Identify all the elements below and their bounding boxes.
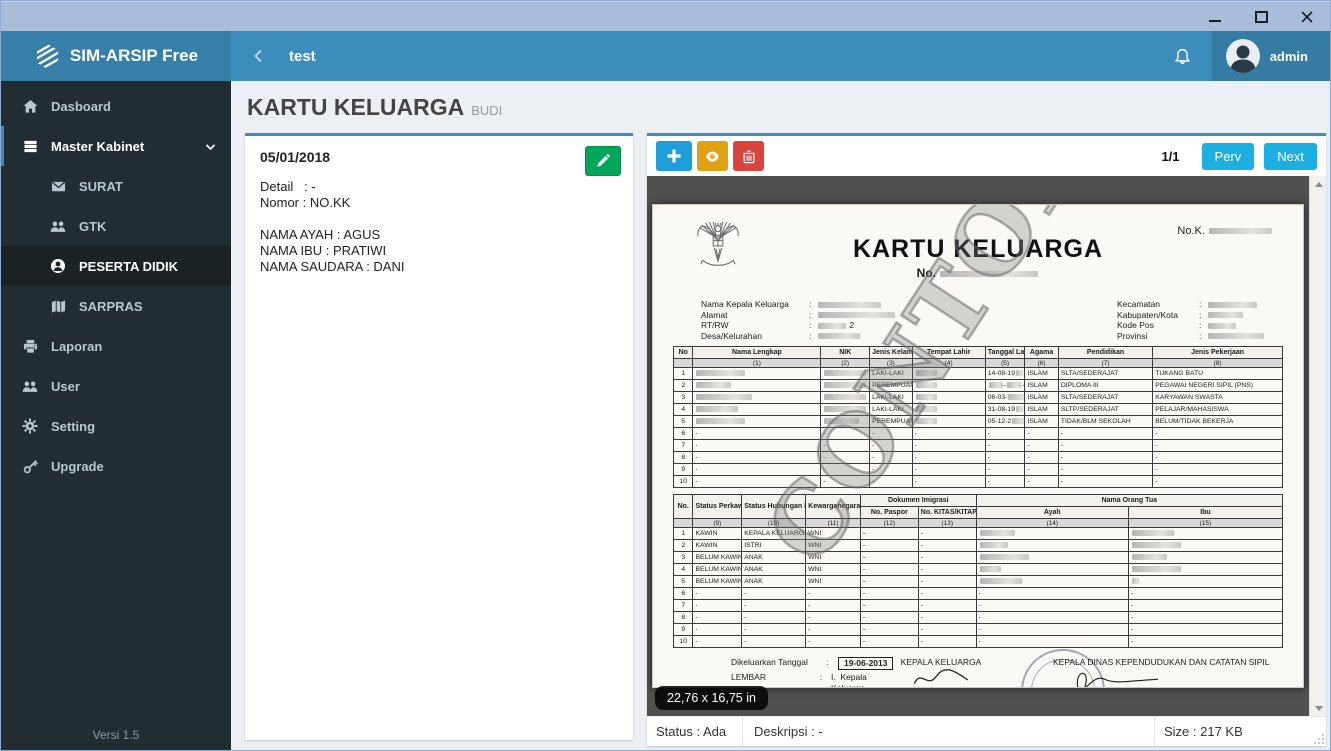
maximize-icon: [1255, 11, 1268, 23]
sidebar-item-laporan[interactable]: Laporan: [1, 326, 231, 366]
issued-date: 19-06-2013: [838, 657, 893, 670]
sidebar-item-label: Laporan: [51, 339, 102, 354]
map-icon: [47, 299, 69, 314]
doc-footer: Dikeluarkan Tanggal: 19-06-2013 LEMBAR: …: [673, 657, 1283, 688]
sidebar-item-upgrade[interactable]: Upgrade: [1, 446, 231, 486]
page-subtitle: BUDI: [471, 103, 502, 118]
bell-icon: [1173, 47, 1192, 66]
sidebar-item-label: PESERTA DIDIK: [79, 259, 178, 274]
user-circle-icon: [47, 258, 69, 274]
signature-squiggle: [906, 667, 976, 688]
add-button[interactable]: [656, 141, 692, 171]
sign-center-title: KEPALA KELUARGA: [899, 657, 983, 667]
doc-header-fields: Nama Kepala Keluarga:Alamat:RT/RW: 2Desa…: [673, 299, 1283, 341]
chevron-down-icon: [204, 140, 217, 153]
app-version: Versi 1.5: [1, 728, 231, 742]
scanned-document: No.K. KARTU KELUARGA No. Nama Kepala Kel…: [652, 204, 1304, 688]
avatar: [1226, 39, 1260, 73]
users-icon: [47, 219, 69, 234]
signature-squiggle: [1053, 667, 1173, 688]
document-viewer[interactable]: No.K. KARTU KELUARGA No. Nama Kepala Kel…: [647, 176, 1326, 716]
sidebar-item-label: Dasboard: [51, 99, 111, 114]
sidebar-item-surat[interactable]: SURAT: [1, 166, 231, 206]
size-badge: 22,76 x 16,75 in: [655, 686, 768, 710]
garuda-emblem: [695, 215, 741, 273]
person-silhouette-icon: [1226, 39, 1260, 73]
top-navbar: test admin: [231, 31, 1330, 81]
chevron-left-icon: [251, 48, 267, 64]
page-indicator: 1/1: [1161, 149, 1179, 164]
notifications-button[interactable]: [1153, 31, 1212, 81]
app-window: SIM-ARSIP Free test: [0, 0, 1331, 751]
key-icon: [19, 459, 41, 474]
record-detail-text: Detail : -Nomor : NO.KK NAMA AYAH : AGUS…: [260, 179, 618, 275]
minimize-button[interactable]: [1192, 2, 1238, 31]
scroll-up-icon[interactable]: [1310, 176, 1326, 192]
doc-no-line: No.: [673, 266, 1283, 280]
printer-icon: [19, 339, 41, 354]
doc-status-table: No. Status Perkawinan Status Hubungan Da…: [673, 494, 1283, 648]
eye-icon: [704, 149, 721, 164]
sign-right-title: KEPALA DINAS KEPENDUDUKAN DAN CATATAN SI…: [1053, 657, 1283, 667]
hex-stripes-logo-icon: [34, 43, 61, 70]
record-detail-card: 05/01/2018 Detail : -Nomor : NO.KK NAMA …: [245, 133, 633, 740]
back-button[interactable]: [251, 48, 267, 64]
edit-button[interactable]: [585, 146, 621, 176]
page-title: KARTU KELUARGA: [247, 94, 464, 120]
deskripsi-field: Deskripsi : -: [743, 717, 1154, 746]
close-button[interactable]: [1284, 2, 1330, 31]
cabinet-icon: [19, 139, 41, 154]
resize-grip-icon[interactable]: [1314, 734, 1324, 744]
user-name: admin: [1270, 49, 1308, 64]
viewer-statusbar: Status : Ada Deskripsi : - Size : 217 KB: [647, 716, 1326, 746]
plus-icon: [666, 148, 682, 164]
close-icon: [1300, 10, 1314, 24]
sidebar-item-gtk[interactable]: GTK: [1, 206, 231, 246]
sidebar-item-user[interactable]: User: [1, 366, 231, 406]
sidebar-item-label: SARPRAS: [79, 299, 143, 314]
user-menu[interactable]: admin: [1212, 31, 1330, 81]
sidebar-item-label: Upgrade: [51, 459, 104, 474]
maximize-button[interactable]: [1238, 2, 1284, 31]
envelope-icon: [47, 179, 69, 194]
pencil-icon: [596, 154, 610, 168]
app-header: SIM-ARSIP Free test: [1, 31, 1330, 81]
sidebar-item-dasboard[interactable]: Dasboard: [1, 86, 231, 126]
doc-number-top: No.K.: [1177, 225, 1273, 237]
gears-icon: [19, 418, 41, 434]
sidebar-item-label: User: [51, 379, 80, 394]
status-field: Status : Ada: [647, 717, 743, 746]
trash-icon: [742, 149, 756, 164]
sidebar-item-setting[interactable]: Setting: [1, 406, 231, 446]
record-date: 05/01/2018: [260, 149, 618, 165]
content-area: KARTU KELUARGA BUDI 05/01/2018 Detail : -…: [231, 81, 1330, 750]
brand-logo[interactable]: SIM-ARSIP Free: [1, 31, 231, 81]
prev-button[interactable]: Perv: [1202, 143, 1255, 170]
home-icon: [19, 99, 41, 114]
document-viewer-card: 1/1 Perv Next: [647, 133, 1326, 746]
sidebar: Dasboard Master Kabinet SURAT: [1, 81, 231, 750]
viewer-scrollbar[interactable]: [1309, 176, 1326, 716]
sidebar-item-label: SURAT: [79, 179, 123, 194]
doc-members-table: NoNama Lengkap NIKJenis Kelamin Tempat L…: [673, 346, 1283, 488]
sidebar-item-master-kabinet[interactable]: Master Kabinet: [1, 126, 231, 166]
size-field: Size : 217 KB: [1154, 717, 1326, 746]
brand-name: SIM-ARSIP Free: [70, 46, 198, 66]
next-button[interactable]: Next: [1264, 143, 1317, 170]
doc-title: KARTU KELUARGA: [673, 213, 1283, 264]
users-icon: [19, 379, 41, 394]
os-titlebar: [1, 1, 1330, 31]
sidebar-item-label: Master Kabinet: [51, 139, 144, 154]
sidebar-item-label: GTK: [79, 219, 106, 234]
sidebar-item-peserta-didik[interactable]: PESERTA DIDIK: [1, 246, 231, 286]
minimize-icon: [1209, 20, 1221, 22]
viewer-toolbar: 1/1 Perv Next: [647, 136, 1326, 176]
sidebar-item-sarpras[interactable]: SARPRAS: [1, 286, 231, 326]
sidebar-item-label: Setting: [51, 419, 95, 434]
delete-button[interactable]: [733, 141, 764, 171]
breadcrumb-title: test: [289, 48, 316, 65]
scroll-down-icon[interactable]: [1310, 700, 1326, 716]
view-button[interactable]: [697, 141, 728, 171]
